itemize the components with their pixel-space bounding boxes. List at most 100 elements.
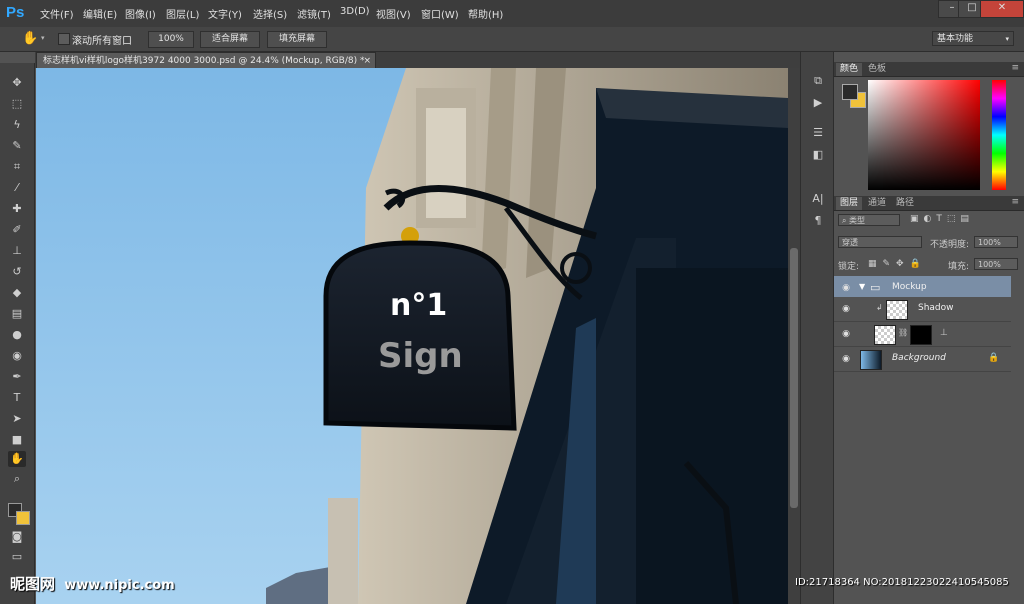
fill-field[interactable]: 100% bbox=[974, 258, 1018, 270]
scroll-all-checkbox[interactable] bbox=[58, 33, 70, 45]
menu-select[interactable]: 选择(S) bbox=[253, 6, 287, 21]
lock-label: 锁定: bbox=[838, 262, 860, 272]
eye-icon[interactable]: ◉ bbox=[840, 303, 852, 315]
layer-filter-icons[interactable]: ▣◐T⬚▤ bbox=[910, 214, 974, 224]
menu-window[interactable]: 窗口(W) bbox=[421, 6, 459, 21]
layer-filter-label: 类型 bbox=[849, 216, 866, 225]
close-button[interactable]: ✕ bbox=[980, 0, 1024, 18]
quick-select-icon[interactable]: ✎ bbox=[8, 138, 26, 154]
fg-color-swatch[interactable] bbox=[842, 84, 858, 100]
brush-icon[interactable]: ✐ bbox=[8, 222, 26, 238]
workspace-select[interactable]: 基本功能 ▾ bbox=[932, 31, 1014, 46]
eyedropper-icon[interactable]: ⁄ bbox=[8, 180, 26, 196]
scrollbar-thumb[interactable] bbox=[790, 248, 798, 508]
adjustments-panel-icon[interactable]: ◧ bbox=[810, 148, 826, 162]
blend-mode-select[interactable]: 穿透 bbox=[838, 236, 922, 248]
eye-icon[interactable]: ◉ bbox=[840, 353, 852, 365]
opacity-field[interactable]: 100% bbox=[974, 236, 1018, 248]
panel-menu-icon[interactable]: ≡ bbox=[1011, 63, 1019, 73]
layer-row-background[interactable]: ◉ Background 🔒 bbox=[834, 347, 1011, 372]
panel-menu-icon[interactable]: ≡ bbox=[1011, 197, 1019, 207]
chevron-down-icon[interactable]: ▼ bbox=[859, 282, 865, 291]
stamp-icon[interactable]: ⊥ bbox=[8, 243, 26, 259]
close-tab-icon[interactable]: × bbox=[363, 53, 371, 69]
opacity-label: 不透明度: bbox=[930, 240, 970, 250]
layer-thumbnail bbox=[886, 300, 908, 320]
paragraph-panel-icon[interactable]: ¶ bbox=[810, 214, 826, 228]
workspace-label: 基本功能 bbox=[937, 34, 974, 44]
tab-swatches[interactable]: 色板 bbox=[864, 63, 890, 76]
color-panel-header: 颜色 色板 ≡ bbox=[834, 62, 1024, 77]
menu-3d[interactable]: 3D(D) bbox=[340, 6, 370, 17]
fill-label: 填充: bbox=[948, 262, 970, 272]
layer-row-smart-object[interactable]: ◉ ⛓ ⊥ bbox=[834, 322, 1011, 347]
watermark-brand: 昵图网 bbox=[10, 575, 56, 593]
panel-dock: ⧉ ▶ ☰ ◧ A| ¶ bbox=[800, 52, 833, 604]
menu-help[interactable]: 帮助(H) bbox=[468, 6, 503, 21]
fit-screen-button[interactable]: 适合屏幕 bbox=[200, 31, 260, 48]
layer-filter-select[interactable]: ⌕ 类型 bbox=[838, 214, 900, 226]
layer-row-shadow[interactable]: ◉ ↲ Shadow bbox=[834, 297, 1011, 322]
hand-icon[interactable]: ✋ bbox=[22, 31, 38, 46]
tab-paths[interactable]: 路径 bbox=[892, 197, 918, 210]
menu-type[interactable]: 文字(Y) bbox=[208, 6, 242, 21]
tab-channels[interactable]: 通道 bbox=[864, 197, 890, 210]
tab-layers[interactable]: 图层 bbox=[836, 197, 863, 210]
zoom-icon[interactable]: ⌕ bbox=[8, 471, 26, 487]
zoom-100-button[interactable]: 100% bbox=[148, 31, 194, 48]
lock-icon: 🔒 bbox=[988, 353, 1000, 363]
quick-mask-icon[interactable]: ◙ bbox=[8, 529, 26, 545]
right-panels: 颜色 色板 ≡ 图层 通道 路径 ≡ ⌕ 类型 ▣◐T⬚▤ 穿透 不透明度: 1… bbox=[833, 52, 1024, 604]
screen-mode-icon[interactable]: ▭ bbox=[8, 549, 26, 565]
menu-layer[interactable]: 图层(L) bbox=[166, 6, 199, 21]
background-color-swatch[interactable] bbox=[16, 511, 30, 525]
menu-file[interactable]: 文件(F) bbox=[40, 6, 74, 21]
layer-name: Background bbox=[892, 353, 946, 363]
color-field[interactable] bbox=[868, 80, 980, 190]
eye-icon[interactable]: ◉ bbox=[840, 328, 852, 340]
path-select-icon[interactable]: ➤ bbox=[8, 411, 26, 427]
character-panel-icon[interactable]: A| bbox=[810, 192, 826, 206]
dodge-icon[interactable]: ◉ bbox=[8, 348, 26, 364]
eraser-icon[interactable]: ◆ bbox=[8, 285, 26, 301]
menu-bar: Ps 文件(F) 编辑(E) 图像(I) 图层(L) 文字(Y) 选择(S) 滤… bbox=[0, 0, 1024, 27]
pen-icon[interactable]: ✒ bbox=[8, 369, 26, 385]
menu-view[interactable]: 视图(V) bbox=[376, 6, 411, 21]
menu-edit[interactable]: 编辑(E) bbox=[83, 6, 117, 21]
gradient-icon[interactable]: ▤ bbox=[8, 306, 26, 322]
chevron-down-icon[interactable]: ▾ bbox=[41, 34, 45, 42]
lasso-icon[interactable]: ϟ bbox=[8, 117, 26, 133]
fill-screen-button[interactable]: 填充屏幕 bbox=[267, 31, 327, 48]
menu-filter[interactable]: 滤镜(T) bbox=[297, 6, 331, 21]
sign-text-line1: n°1 bbox=[390, 288, 448, 323]
crop-icon[interactable]: ⌗ bbox=[8, 159, 26, 175]
document-canvas[interactable]: n°1 Sign bbox=[36, 68, 788, 604]
layer-name: Mockup bbox=[892, 282, 927, 292]
chevron-down-icon: ▾ bbox=[1005, 35, 1009, 43]
menu-image[interactable]: 图像(I) bbox=[125, 6, 156, 21]
canvas-vertical-scrollbar[interactable] bbox=[788, 68, 800, 604]
tab-color[interactable]: 颜色 bbox=[836, 63, 863, 76]
type-icon[interactable]: T bbox=[8, 390, 26, 406]
hand-tool-icon[interactable]: ✋ bbox=[8, 451, 26, 467]
scroll-all-label: 滚动所有窗口 bbox=[72, 36, 132, 47]
layer-name: Shadow bbox=[918, 303, 954, 313]
move-icon[interactable]: ✥ bbox=[8, 75, 26, 91]
healing-icon[interactable]: ✚ bbox=[8, 201, 26, 217]
actions-panel-icon[interactable]: ▶ bbox=[810, 96, 826, 110]
shape-icon[interactable]: ■ bbox=[8, 432, 26, 448]
options-bar: ✋ ▾ 滚动所有窗口 100% 适合屏幕 填充屏幕 基本功能 ▾ bbox=[0, 27, 1024, 52]
blur-icon[interactable]: ● bbox=[8, 327, 26, 343]
history-brush-icon[interactable]: ↺ bbox=[8, 264, 26, 280]
toolbox: ✥ ⬚ ϟ ✎ ⌗ ⁄ ✚ ✐ ⊥ ↺ ◆ ▤ ● ◉ ✒ T ➤ ■ ✋ ⌕ … bbox=[0, 63, 35, 604]
properties-panel-icon[interactable]: ☰ bbox=[810, 126, 826, 140]
hue-slider[interactable] bbox=[992, 80, 1006, 190]
eye-icon[interactable]: ◉ bbox=[840, 282, 852, 294]
link-icon: ⛓ bbox=[898, 328, 909, 337]
history-panel-icon[interactable]: ⧉ bbox=[810, 74, 826, 88]
document-tab[interactable]: 标志样机vi样机logo样机3972 4000 3000.psd @ 24.4%… bbox=[36, 52, 376, 68]
lock-options[interactable]: ▦✎✥🔒 bbox=[868, 259, 927, 269]
marquee-icon[interactable]: ⬚ bbox=[8, 96, 26, 112]
layer-mask-thumbnail bbox=[910, 325, 932, 345]
sign-text-line2: Sign bbox=[378, 336, 463, 376]
